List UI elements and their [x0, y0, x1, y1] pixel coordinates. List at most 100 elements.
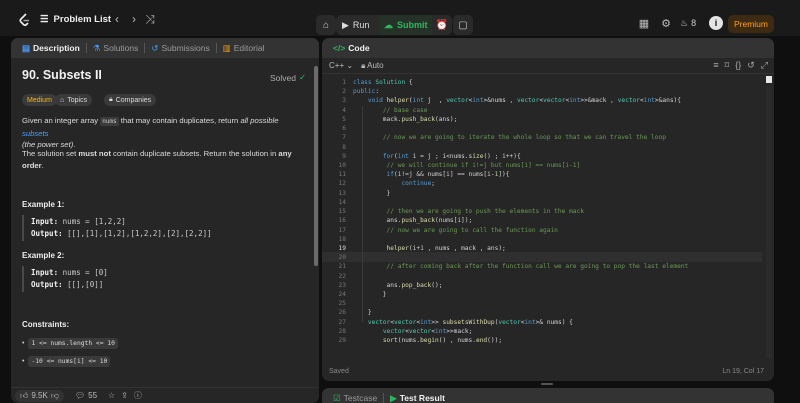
run-button[interactable]: ▶ Run	[336, 15, 375, 35]
tab-testcase[interactable]: ☑ Testcase	[330, 388, 380, 403]
constraint-value: 1 <= nums.length <= 10	[28, 338, 118, 349]
code-editor[interactable]: class Solution {public: void helper(int …	[353, 78, 753, 345]
run-label: Run	[352, 20, 370, 30]
reset-icon[interactable]: ↺	[747, 60, 755, 71]
example-2-input: Input: nums = [0]	[31, 268, 108, 277]
notes-icon[interactable]: ▢	[453, 15, 473, 35]
panel-resize-handle[interactable]	[541, 383, 553, 385]
cursor-position: Ln 19, Col 17	[722, 368, 764, 375]
example-2-bar	[22, 266, 24, 292]
code-toolbar-actions: ≡ ⌑ {} ↺ ⤢	[713, 60, 768, 71]
next-problem-icon[interactable]: ›	[127, 12, 141, 26]
fire-icon: ♨	[680, 17, 689, 28]
language-value: C++	[329, 61, 345, 70]
tab-divider	[383, 393, 385, 403]
tab-solutions[interactable]: ⚗ Solutions	[90, 38, 142, 58]
description-scrollbar[interactable]	[314, 66, 318, 266]
value: nums = [0]	[62, 268, 108, 277]
streak-count: 8	[691, 18, 697, 28]
line-number: 14	[338, 198, 346, 206]
line-number: 12	[338, 180, 346, 188]
code-line: vector<vector<int>>mack;	[382, 327, 473, 335]
code-line: sort(nums.begin() , nums.end());	[382, 337, 503, 345]
submit-button[interactable]: ☁ Submit	[378, 15, 434, 35]
minimap-thumb[interactable]	[766, 76, 772, 83]
description-tabbar: ▤ Description ⚗ Solutions ↺ Submissions …	[11, 38, 319, 58]
companies-chip[interactable]: 🔒︎ Companies	[104, 94, 157, 106]
share-icon[interactable]: ⇪	[121, 391, 128, 400]
tab-editorial[interactable]: ▥ Editorial	[220, 38, 268, 58]
layout-icon[interactable]: ▦	[637, 16, 651, 30]
tab-label: Test Result	[399, 393, 445, 403]
value: [[],[0]]	[67, 280, 104, 289]
line-number: 17	[338, 226, 346, 234]
code-line: continue;	[401, 180, 435, 188]
bookmark-icon[interactable]: ⌑	[725, 60, 730, 71]
check-circle-icon: ✓	[299, 72, 307, 82]
code-line: vector<vector<int>> subsetsWithDup(vecto…	[367, 318, 573, 326]
value: nums = [1,2,2]	[62, 217, 126, 226]
tag-icon: ⌂	[60, 96, 65, 104]
code-line: }	[353, 189, 391, 197]
subsets-link[interactable]: subsets	[22, 129, 49, 138]
thumbs-up-icon: 👍︎	[20, 390, 29, 400]
text: Given an integer array	[22, 116, 101, 125]
bullet-icon: •	[22, 340, 25, 347]
timer-icon[interactable]: ⏰	[432, 15, 452, 35]
comments-button[interactable]: 💬︎ 55	[70, 390, 102, 402]
topics-chip[interactable]: ⌂ Topics	[55, 94, 93, 106]
code-line: mack.push_back(ans);	[353, 115, 458, 123]
code-line: if(i!=j && nums[i] == nums[i-1]){	[386, 171, 510, 179]
braces-icon[interactable]: {}	[735, 60, 741, 71]
premium-button[interactable]: Premium	[728, 15, 774, 33]
play-icon: ▶	[342, 19, 349, 30]
code-scrollbar[interactable]	[766, 86, 772, 358]
like-button[interactable]: 👍︎ 9.5K 👎︎	[15, 389, 64, 402]
tab-label: Code	[348, 43, 370, 53]
line-number: 20	[338, 254, 346, 262]
terminal-icon: ▶	[390, 392, 397, 403]
line-number: 9	[342, 152, 346, 160]
line-number: 1	[342, 79, 346, 86]
shuffle-icon[interactable]: ⤨	[143, 12, 157, 26]
auto-mode[interactable]: 🔒︎ Auto	[361, 61, 384, 71]
debug-icon[interactable]: ⌂	[316, 15, 336, 35]
description-paragraph-1: Given an integer array nums that may con…	[22, 115, 307, 151]
line-number: 8	[342, 143, 346, 151]
line-number: 23	[338, 281, 346, 289]
streak-counter[interactable]: ♨ 8	[680, 16, 696, 30]
format-icon[interactable]: ≡	[713, 60, 718, 71]
settings-icon[interactable]: ⚙	[659, 16, 673, 30]
prev-problem-icon[interactable]: ‹	[110, 12, 124, 26]
problem-list-button[interactable]: ☰ Problem List	[40, 12, 111, 26]
tab-label: Editorial	[233, 43, 265, 53]
code-panel: </> Code C++ ⌄ 🔒︎ Auto ≡ ⌑ {} ↺ ⤢ 123456…	[322, 38, 774, 381]
tab-code[interactable]: </> Code	[330, 38, 373, 58]
help-icon[interactable]: ⓘ	[134, 390, 142, 401]
code-line: // we will continue if i!=j but nums[i] …	[386, 161, 581, 169]
fullscreen-icon[interactable]: ⤢	[761, 60, 768, 71]
thumbs-down-icon[interactable]: 👎︎	[51, 391, 59, 401]
companies-label: Companies	[115, 96, 152, 104]
cloud-upload-icon: ☁	[384, 19, 393, 30]
avatar[interactable]: i	[709, 16, 723, 30]
code-line: ans.pop_back();	[353, 281, 443, 289]
chevron-down-icon: ⌄	[346, 61, 354, 70]
star-icon[interactable]: ☆	[108, 391, 115, 400]
tab-description[interactable]: ▤ Description	[19, 38, 83, 58]
leetcode-logo[interactable]	[18, 13, 32, 27]
problem-title: 90. Subsets II	[22, 68, 102, 82]
code-line: // now we are going to iterate the whole…	[382, 134, 666, 142]
tab-divider	[144, 43, 146, 53]
line-number: 22	[338, 272, 346, 280]
tab-submissions[interactable]: ↺ Submissions	[148, 38, 212, 58]
tab-test-result[interactable]: ▶ Test Result	[387, 388, 448, 403]
language-select[interactable]: C++ ⌄	[329, 61, 353, 70]
constraint-item: • 1 <= nums.length <= 10	[22, 338, 118, 349]
history-icon: ↺	[151, 42, 159, 53]
tab-label: Testcase	[343, 393, 378, 403]
line-number: 10	[338, 161, 346, 169]
book-icon: ▥	[222, 42, 231, 53]
